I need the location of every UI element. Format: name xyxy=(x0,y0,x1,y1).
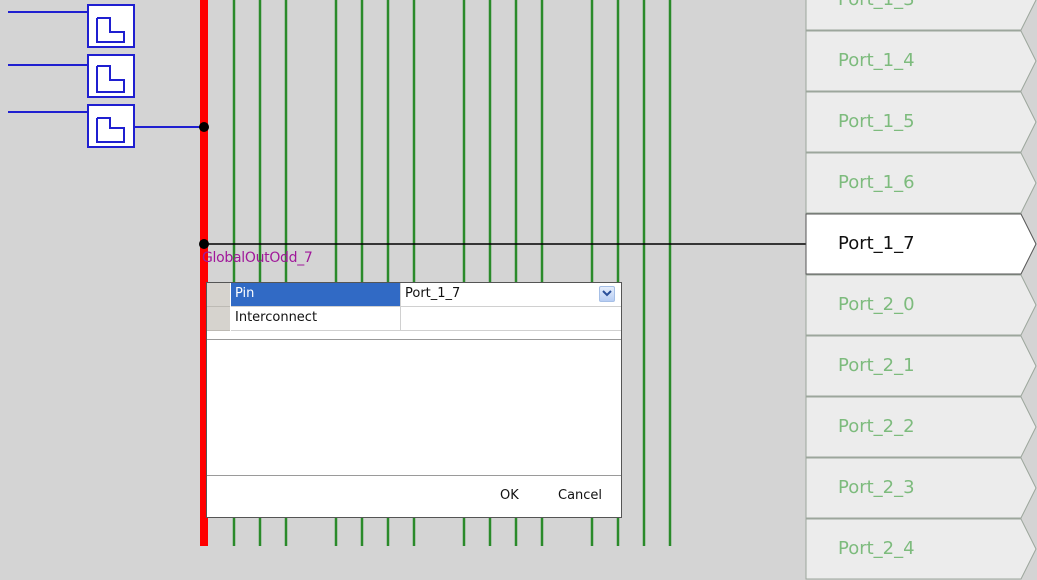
property-row-pin[interactable]: Pin Port_1_7 xyxy=(207,283,621,307)
net-label[interactable]: GlobalOutOdd_7 xyxy=(202,250,313,266)
port-label: Port_1_6 xyxy=(838,172,915,193)
pin-component-icon[interactable] xyxy=(87,54,135,98)
port-item[interactable]: Port_1_6 xyxy=(805,152,1037,214)
port-label: Port_1_4 xyxy=(838,50,915,71)
port-item[interactable]: Port_2_1 xyxy=(805,335,1037,397)
port-label: Port_2_1 xyxy=(838,355,915,376)
port-label: Port_2_2 xyxy=(838,416,915,437)
property-name: Interconnect xyxy=(231,307,401,331)
property-row-interconnect[interactable]: Interconnect xyxy=(207,307,621,331)
port-item[interactable]: Port_2_4 xyxy=(805,518,1037,580)
pin-select-value: Port_1_7 xyxy=(405,286,461,301)
port-label: Port_1_3 xyxy=(838,0,915,31)
popup-footer: OK Cancel xyxy=(207,475,621,517)
pin-dropdown-button[interactable] xyxy=(599,286,615,302)
port-item[interactable]: Port_2_0 xyxy=(805,274,1037,336)
junction-dot xyxy=(199,122,209,132)
row-gutter xyxy=(207,307,230,331)
property-name: Pin xyxy=(231,283,401,307)
port-label: Port_1_5 xyxy=(838,111,915,132)
pin-select[interactable]: Port_1_7 xyxy=(401,283,621,307)
port-label: Port_2_0 xyxy=(838,294,915,315)
port-item[interactable]: Port_1_7 xyxy=(805,213,1037,275)
junction-dot xyxy=(199,239,209,249)
port-item[interactable]: Port_1_5 xyxy=(805,91,1037,153)
port-item[interactable]: Port_2_2 xyxy=(805,396,1037,458)
cancel-button[interactable]: Cancel xyxy=(558,484,602,508)
pin-component-icon[interactable] xyxy=(87,104,135,148)
property-grid: Pin Port_1_7 Interconnect xyxy=(207,283,621,340)
row-gutter xyxy=(207,283,230,307)
chevron-down-icon xyxy=(602,290,612,297)
pin-assignment-popup: Pin Port_1_7 Interconnect OK Cancel xyxy=(206,282,622,518)
port-label: Port_2_3 xyxy=(838,477,915,498)
pin-component-icon[interactable] xyxy=(87,4,135,48)
interconnect-value[interactable] xyxy=(401,307,621,331)
port-label: Port_1_7 xyxy=(838,233,915,254)
port-label: Port_2_4 xyxy=(838,538,915,559)
port-item[interactable]: Port_1_3 xyxy=(805,0,1037,31)
port-item[interactable]: Port_1_4 xyxy=(805,30,1037,92)
component-symbols xyxy=(8,4,204,148)
port-item[interactable]: Port_2_3 xyxy=(805,457,1037,519)
ok-button[interactable]: OK xyxy=(500,484,519,508)
